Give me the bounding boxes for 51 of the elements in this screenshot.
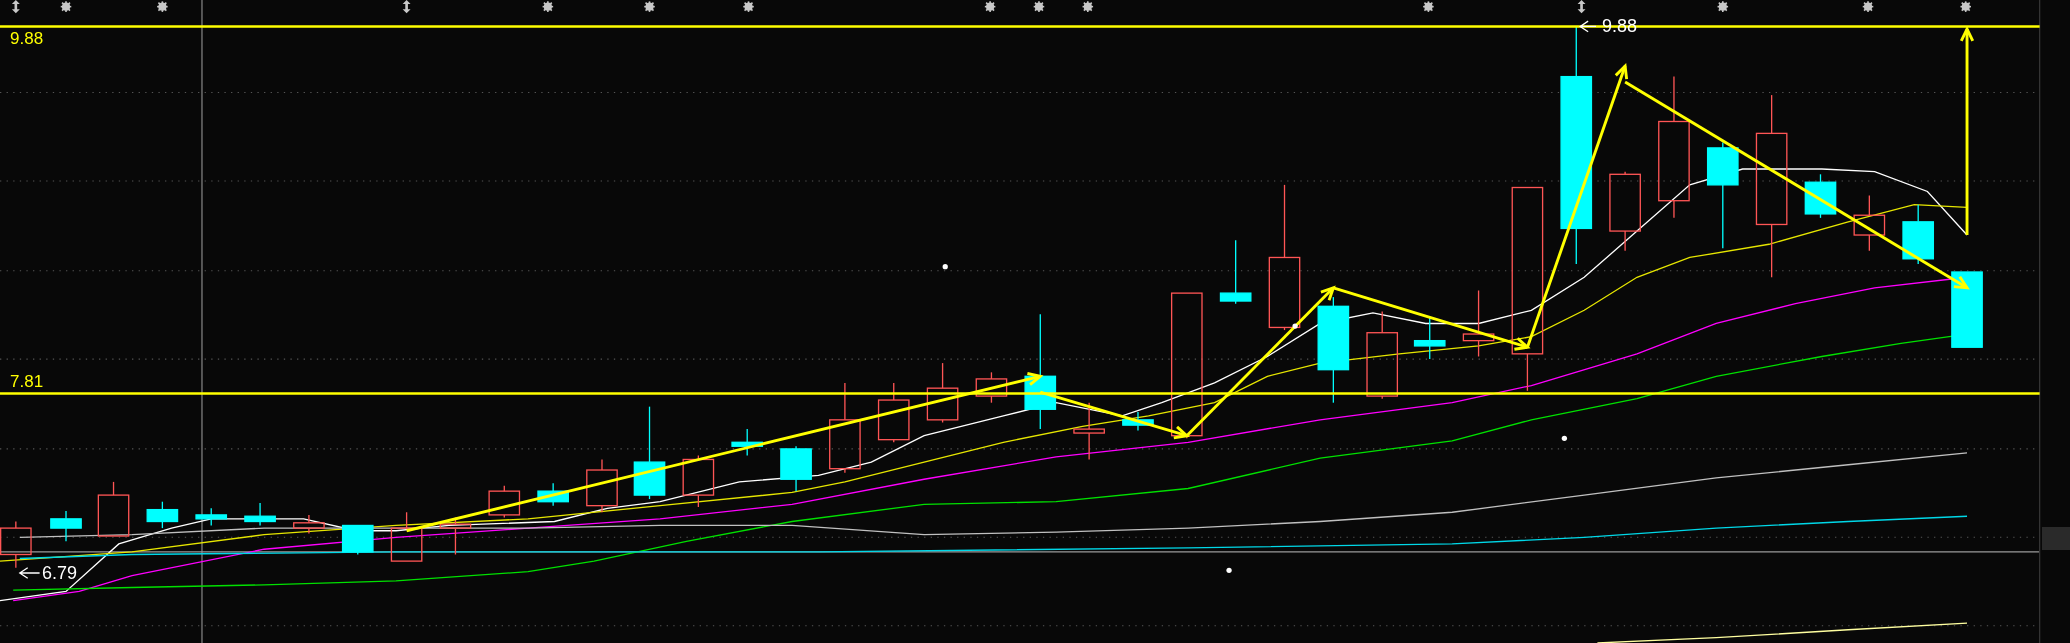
star-icon [1716,0,1729,13]
candlestick [293,514,325,535]
candlestick [537,482,569,507]
candlestick [0,520,32,569]
arrow-icon [1579,20,1597,33]
price-level-label: 7.81 [10,373,44,390]
star-icon [1959,0,1972,13]
dot-marker [942,264,948,270]
candlestick [50,510,82,542]
candlestick [1122,411,1154,432]
star-icon [643,0,656,13]
candlestick [1219,239,1252,305]
star-icon [156,0,169,13]
star-icon [984,0,997,13]
candlestick [1462,289,1495,358]
candlestick [390,511,423,562]
scrollbar-thumb[interactable] [2042,527,2070,550]
star-icon [1081,0,1094,13]
candlestick [244,502,276,527]
star-icon [59,0,73,13]
candlestick [1413,316,1446,360]
dot-marker [1561,435,1567,441]
updown-arrow-icon [11,0,20,14]
candlestick [586,458,618,513]
arrow-icon [18,567,41,579]
dot-marker [1226,567,1232,573]
candlestick [926,362,959,424]
candlestick [1902,204,1934,265]
candlestick [975,371,1008,404]
candlestick [1853,194,1886,252]
candlestick [877,382,910,443]
star-icon [742,0,755,13]
candlestick [682,454,715,508]
candlestick [1073,402,1105,461]
candlestick [1804,173,1837,219]
price-level-label: 9.88 [10,30,44,47]
candlestick [341,524,374,556]
star-icon [541,0,554,13]
candlestick [780,445,812,492]
updown-arrow-icon [1577,0,1586,14]
star-icon [1032,0,1046,13]
star-icon [1861,0,1875,13]
low-price-label: 6.79 [42,564,78,582]
candlestick [488,485,521,519]
candlestick [195,507,228,527]
star-icon [1422,0,1435,13]
dot-marker [1292,323,1298,329]
candlestick [146,501,179,529]
updown-arrow-icon [402,0,411,14]
candlestick [731,428,764,457]
candlestick [97,481,130,537]
